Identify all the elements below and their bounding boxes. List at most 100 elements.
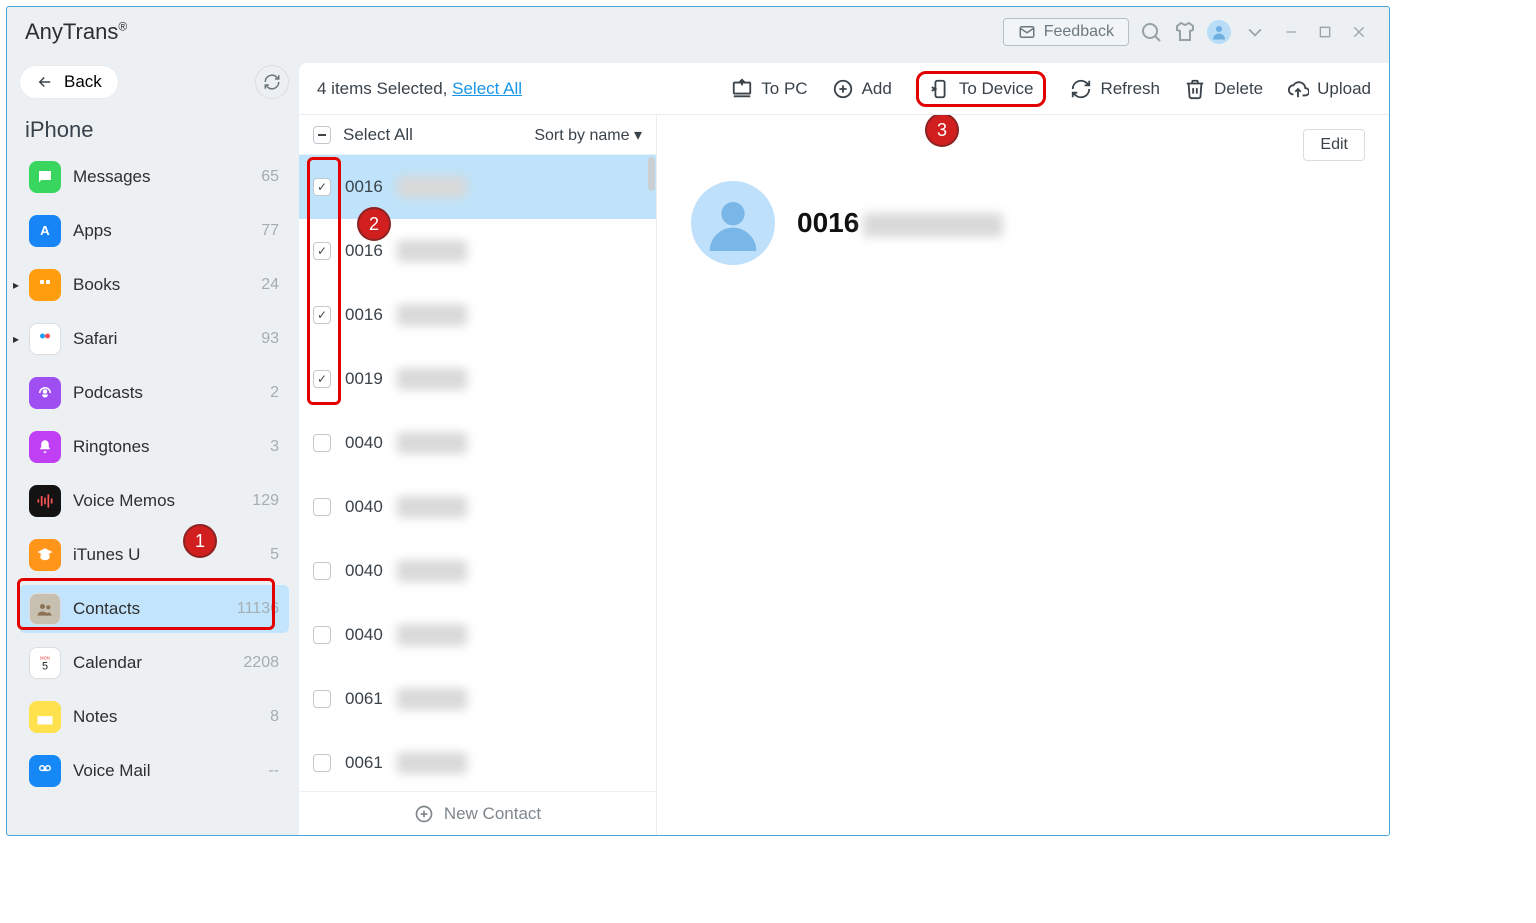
- back-label: Back: [64, 72, 102, 92]
- new-contact-button[interactable]: New Contact: [299, 791, 656, 835]
- minimize-icon[interactable]: [1279, 24, 1303, 40]
- upload-button[interactable]: Upload: [1287, 78, 1371, 100]
- mail-icon: [1018, 23, 1036, 41]
- redacted-text: [397, 496, 467, 518]
- sidebar-item-label: Calendar: [73, 653, 142, 673]
- close-icon[interactable]: [1347, 24, 1371, 40]
- app-title-text: AnyTrans: [25, 19, 118, 44]
- contact-row[interactable]: 0016: [299, 283, 656, 347]
- app-title: AnyTrans®: [25, 19, 127, 45]
- sidebar-item-label: Voice Memos: [73, 491, 175, 511]
- sidebar-item-ringtones[interactable]: Ringtones3: [19, 423, 289, 471]
- contact-number: 0040: [345, 497, 383, 517]
- row-checkbox[interactable]: [313, 242, 331, 260]
- sidebar-item-count: 11136: [237, 600, 279, 618]
- sidebar-item-label: iTunes U: [73, 545, 140, 565]
- apps-icon: A: [29, 215, 61, 247]
- sidebar-item-podcasts[interactable]: Podcasts2: [19, 369, 289, 417]
- sidebar-item-books[interactable]: ▸Books24: [19, 261, 289, 309]
- contact-number: 0040: [345, 561, 383, 581]
- select-all-label: Select All: [343, 125, 413, 145]
- row-checkbox[interactable]: [313, 306, 331, 324]
- voice-mail-icon: [29, 755, 61, 787]
- skin-icon[interactable]: [1173, 20, 1197, 44]
- row-checkbox[interactable]: [313, 626, 331, 644]
- voice-memos-icon: [29, 485, 61, 517]
- feedback-button[interactable]: Feedback: [1003, 18, 1129, 46]
- app-window: AnyTrans® Feedback: [6, 6, 1390, 836]
- to-device-button[interactable]: To Device: [916, 71, 1047, 107]
- select-all-checkbox[interactable]: [313, 126, 331, 144]
- add-button[interactable]: Add: [832, 78, 892, 100]
- sidebar-item-count: 5: [270, 546, 279, 564]
- contact-row[interactable]: 0061: [299, 731, 656, 791]
- sidebar-item-calendar[interactable]: MON5Calendar2208: [19, 639, 289, 687]
- maximize-icon[interactable]: [1313, 24, 1337, 40]
- row-checkbox[interactable]: [313, 178, 331, 196]
- scrollbar-thumb[interactable]: [648, 157, 655, 191]
- sidebar-item-contacts[interactable]: Contacts 11136: [19, 585, 289, 633]
- contact-number: 0061: [345, 753, 383, 773]
- contact-name: 0016: [797, 207, 1003, 239]
- edit-button[interactable]: Edit: [1303, 129, 1365, 161]
- sidebar-item-notes[interactable]: Notes8: [19, 693, 289, 741]
- row-checkbox[interactable]: [313, 434, 331, 452]
- podcasts-icon: [29, 377, 61, 409]
- selection-text: 4 items Selected, Select All: [317, 79, 522, 99]
- profile-icon[interactable]: [1207, 20, 1231, 44]
- sidebar-item-itunes-u[interactable]: iTunes U 5: [19, 531, 289, 579]
- dropdown-icon[interactable]: [1241, 22, 1269, 42]
- redacted-text: [397, 304, 467, 326]
- contact-row[interactable]: 0016: [299, 219, 656, 283]
- row-checkbox[interactable]: [313, 370, 331, 388]
- row-checkbox[interactable]: [313, 562, 331, 580]
- contact-number: 0061: [345, 689, 383, 709]
- sidebar-refresh-icon[interactable]: [255, 65, 289, 99]
- contact-row[interactable]: 0040: [299, 603, 656, 667]
- calendar-icon: MON5: [29, 647, 61, 679]
- sidebar-item-voice-mail[interactable]: Voice Mail--: [19, 747, 289, 795]
- messages-icon: [29, 161, 61, 193]
- sidebar-item-count: --: [268, 762, 279, 780]
- to-pc-button[interactable]: To PC: [731, 78, 807, 100]
- svg-text:5: 5: [42, 661, 48, 673]
- contacts-icon: [29, 593, 61, 625]
- search-icon[interactable]: [1139, 20, 1163, 44]
- safari-icon: [29, 323, 61, 355]
- contact-row[interactable]: 0040: [299, 411, 656, 475]
- sidebar-item-label: Contacts: [73, 599, 140, 619]
- books-icon: [29, 269, 61, 301]
- redacted-text: [397, 368, 467, 390]
- sidebar: Back iPhone Messages65AApps77▸Books24▸Sa…: [7, 57, 299, 835]
- contact-row[interactable]: 0019: [299, 347, 656, 411]
- sidebar-item-label: Safari: [73, 329, 117, 349]
- contact-number: 0040: [345, 433, 383, 453]
- sidebar-item-count: 77: [261, 222, 279, 240]
- redacted-text: [397, 240, 467, 262]
- ringtones-icon: [29, 431, 61, 463]
- sidebar-item-count: 8: [270, 708, 279, 726]
- list-header: Select All Sort by name ▾: [299, 115, 656, 155]
- sort-dropdown[interactable]: Sort by name ▾: [534, 125, 642, 145]
- contact-number: 0016: [345, 305, 383, 325]
- row-checkbox[interactable]: [313, 690, 331, 708]
- back-button[interactable]: Back: [19, 65, 119, 99]
- select-all-link[interactable]: Select All: [452, 79, 522, 98]
- sidebar-item-messages[interactable]: Messages65: [19, 153, 289, 201]
- refresh-button[interactable]: Refresh: [1070, 78, 1160, 100]
- delete-button[interactable]: Delete: [1184, 78, 1263, 100]
- contact-row[interactable]: 0016: [299, 155, 656, 219]
- app-title-mark: ®: [118, 20, 127, 34]
- contact-row[interactable]: 0040: [299, 475, 656, 539]
- sidebar-item-voice-memos[interactable]: Voice Memos129: [19, 477, 289, 525]
- expand-icon: ▸: [13, 332, 19, 346]
- main-panel: 4 items Selected, Select All To PC Add T…: [299, 63, 1389, 835]
- sidebar-item-apps[interactable]: AApps77: [19, 207, 289, 255]
- row-checkbox[interactable]: [313, 498, 331, 516]
- contact-row[interactable]: 0061: [299, 667, 656, 731]
- row-checkbox[interactable]: [313, 754, 331, 772]
- sidebar-item-label: Books: [73, 275, 120, 295]
- redacted-text: [397, 624, 467, 646]
- sidebar-item-safari[interactable]: ▸Safari93: [19, 315, 289, 363]
- contact-row[interactable]: 0040: [299, 539, 656, 603]
